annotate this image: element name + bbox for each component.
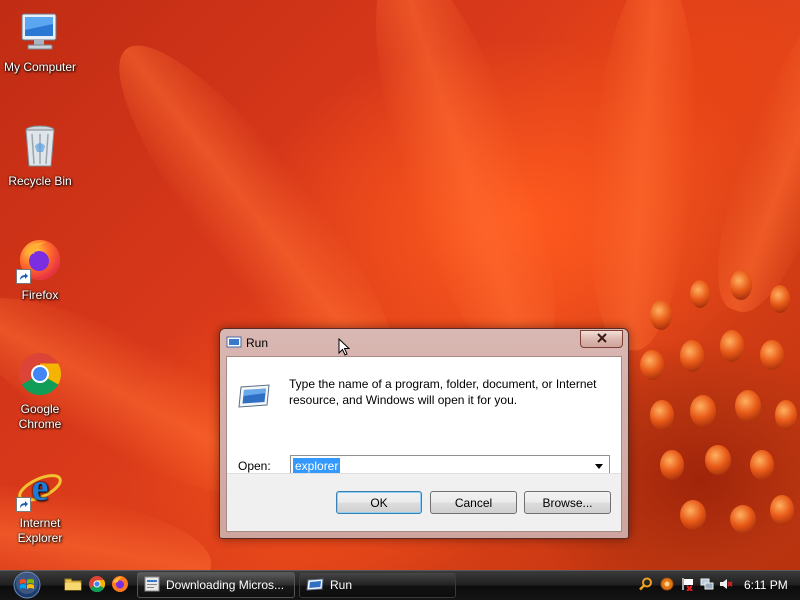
run-icon: [226, 336, 242, 351]
close-button[interactable]: [580, 330, 623, 348]
shortcut-arrow-icon: [16, 497, 31, 512]
desktop-icon-label: Internet Explorer: [17, 516, 63, 545]
windows-logo-icon: [12, 570, 42, 600]
close-icon: [596, 332, 607, 346]
update-icon: [660, 577, 674, 594]
search-icon: [639, 577, 653, 594]
network-icon: [700, 578, 714, 594]
desktop-icon-label: Firefox: [21, 288, 59, 302]
browse-button[interactable]: Browse...: [524, 491, 611, 514]
desktop-icon-internet-explorer[interactable]: e Internet Explorer: [0, 464, 80, 546]
firefox-icon: [111, 576, 129, 596]
my-computer-icon: [16, 8, 64, 56]
desktop-icon-recycle-bin[interactable]: Recycle Bin: [0, 122, 80, 189]
quick-launch-firefox[interactable]: [111, 575, 129, 593]
svg-text:e: e: [32, 467, 49, 509]
dialog-client: Type the name of a program, folder, docu…: [226, 356, 622, 532]
start-button[interactable]: [6, 570, 48, 600]
dialog-footer: OK Cancel Browse...: [227, 473, 621, 531]
tray-action-center[interactable]: [681, 577, 695, 594]
taskbar-clock[interactable]: 6:11 PM: [744, 578, 788, 592]
tray-network[interactable]: [700, 577, 714, 591]
volume-muted-icon: [719, 579, 733, 594]
shortcut-arrow-icon: [16, 269, 31, 284]
flag-icon: [681, 578, 695, 594]
taskbar-button-downloading[interactable]: Downloading Micros...: [137, 572, 295, 598]
desktop-icon-label: Google Chrome: [18, 402, 62, 431]
dropdown-arrow-icon[interactable]: [592, 459, 606, 473]
mouse-cursor-icon: [338, 337, 351, 360]
recycle-bin-icon: [16, 122, 64, 170]
run-dialog: Run Type the name of a program, folder, …: [219, 328, 629, 539]
firefox-icon: [16, 236, 64, 284]
internet-explorer-icon: e: [16, 464, 64, 512]
task-label: Downloading Micros...: [166, 578, 285, 592]
run-icon: [306, 577, 324, 594]
ok-button[interactable]: OK: [336, 491, 422, 514]
run-description: Type the name of a program, folder, docu…: [289, 377, 597, 407]
task-label: Run: [330, 578, 353, 592]
open-label: Open:: [238, 459, 271, 473]
desktop-icon-label: My Computer: [3, 60, 77, 74]
quick-launch-chrome[interactable]: [88, 575, 106, 593]
tray-volume[interactable]: [719, 577, 733, 591]
tray-update[interactable]: [660, 577, 674, 591]
download-page-icon: [144, 576, 160, 595]
desktop-icon-my-computer[interactable]: My Computer: [0, 8, 80, 75]
quick-launch-explorer[interactable]: [64, 575, 82, 593]
desktop-icon-label: Recycle Bin: [8, 174, 72, 188]
taskbar-button-run[interactable]: Run: [299, 572, 456, 598]
dialog-titlebar[interactable]: Run: [226, 334, 268, 352]
tray-search[interactable]: [639, 577, 653, 591]
open-input-value[interactable]: explorer: [293, 458, 341, 474]
chrome-icon: [16, 350, 64, 398]
explorer-folder-icon: [64, 578, 82, 596]
dialog-title: Run: [246, 336, 269, 350]
run-program-icon: [237, 383, 271, 412]
desktop-icon-firefox[interactable]: Firefox: [0, 236, 80, 303]
cancel-button[interactable]: Cancel: [430, 491, 517, 514]
chrome-icon: [88, 576, 106, 596]
desktop-icon-chrome[interactable]: Google Chrome: [0, 350, 80, 432]
